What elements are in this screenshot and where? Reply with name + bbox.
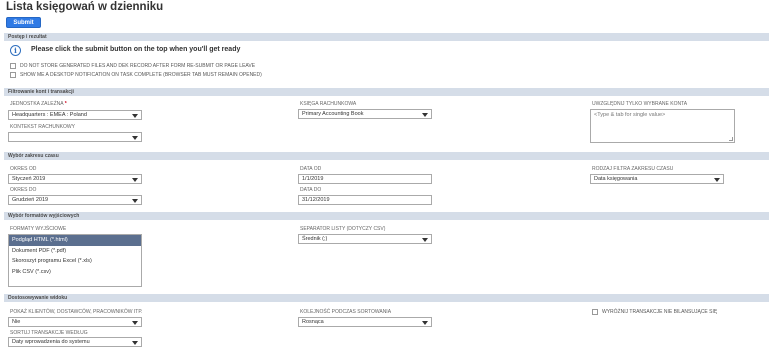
checkbox-row-no-store: Do not store generated files and DEK rec… bbox=[10, 63, 255, 69]
sort-by-label: Sortuj transakcje według bbox=[10, 330, 88, 336]
date-from-label: Data od bbox=[300, 166, 322, 172]
info-icon: i bbox=[10, 45, 21, 56]
from-period-label: Okres od bbox=[10, 166, 37, 172]
output-formats-listbox[interactable]: Podgląd HTML (*.html) Dokument PDF (*.pd… bbox=[8, 234, 142, 287]
filter-type-select[interactable]: Data księgowania bbox=[590, 174, 724, 184]
chevron-down-icon bbox=[422, 112, 428, 117]
show-entities-select-value: Nie bbox=[12, 319, 21, 325]
sort-order-select-value: Rosnąca bbox=[302, 319, 324, 325]
date-from-input[interactable]: 1/1/2019 bbox=[298, 174, 432, 184]
chevron-down-icon bbox=[132, 177, 138, 182]
chevron-down-icon bbox=[132, 340, 138, 345]
subsidiary-label: Jednostka zależna * bbox=[10, 101, 67, 107]
chevron-down-icon bbox=[132, 320, 138, 325]
show-entities-select[interactable]: Nie bbox=[8, 317, 142, 327]
sort-order-select[interactable]: Rosnąca bbox=[298, 317, 432, 327]
to-period-select[interactable]: Grudzień 2019 bbox=[8, 195, 142, 205]
filter-type-select-value: Data księgowania bbox=[594, 176, 638, 182]
resize-grip-icon[interactable] bbox=[729, 137, 733, 141]
format-option[interactable]: Skoroszyt programu Excel (*.xls) bbox=[9, 256, 141, 267]
sort-by-select[interactable]: Daty wprowadzenia do systemu bbox=[8, 337, 142, 347]
accounting-context-label: Kontekst rachunkowy bbox=[10, 124, 75, 130]
accounts-label: Uwzględnij tylko wybrane konta bbox=[592, 101, 688, 107]
separator-label: Separator listy (dotyczy CSV) bbox=[300, 226, 386, 232]
required-asterisk: * bbox=[64, 101, 67, 107]
to-period-select-value: Grudzień 2019 bbox=[12, 197, 49, 203]
date-to-label: Data do bbox=[300, 187, 322, 193]
chevron-down-icon bbox=[422, 320, 428, 325]
section-header-formats: Wybór formatów wyjściowych bbox=[4, 212, 769, 220]
section-header-filter: Filtrowanie kont i transakcji bbox=[4, 88, 769, 96]
notify-checkbox-label: Show me a desktop notification on task c… bbox=[20, 72, 262, 78]
subsidiary-select-value: Headquarters : EMEA : Poland bbox=[12, 112, 87, 118]
book-select-value: Primary Accounting Book bbox=[302, 111, 364, 117]
from-period-select[interactable]: Styczeń 2019 bbox=[8, 174, 142, 184]
checkbox-row-notify: Show me a desktop notification on task c… bbox=[10, 72, 262, 78]
chevron-down-icon bbox=[422, 237, 428, 242]
accounts-placeholder: <Type & tab for single value> bbox=[594, 112, 666, 118]
subsidiary-select[interactable]: Headquarters : EMEA : Poland bbox=[8, 110, 142, 120]
highlight-checkbox-label: Wyróżnij transakcje nie bilansujące się bbox=[602, 309, 718, 315]
separator-select-value: Średnik (;) bbox=[302, 236, 328, 242]
section-header-progress: Postęp i rezultat bbox=[4, 33, 769, 41]
date-to-input[interactable]: 31/12/2019 bbox=[298, 195, 432, 205]
chevron-down-icon bbox=[714, 177, 720, 182]
filter-type-label: Rodzaj filtra zakresu czasu bbox=[592, 166, 674, 172]
section-header-period: Wybór zakresu czasu bbox=[4, 152, 769, 160]
no-store-checkbox-label: Do not store generated files and DEK rec… bbox=[20, 63, 256, 69]
checkbox-row-highlight: Wyróżnij transakcje nie bilansujące się bbox=[592, 309, 717, 315]
output-formats-label: Formaty wyjściowe bbox=[10, 226, 67, 232]
from-period-select-value: Styczeń 2019 bbox=[12, 176, 46, 182]
sort-order-label: Kolejność podczas sortowania bbox=[300, 309, 392, 315]
accounts-textarea[interactable]: <Type & tab for single value> bbox=[590, 109, 735, 143]
page-title: Lista księgowań w dzienniku bbox=[6, 1, 164, 13]
book-label: Księga rachunkowa bbox=[300, 101, 357, 107]
to-period-label: Okres do bbox=[10, 187, 37, 193]
sort-by-select-value: Daty wprowadzenia do systemu bbox=[12, 339, 90, 345]
show-entities-label: Pokaż klientów, dostawców, pracowników i… bbox=[10, 309, 143, 315]
accounting-context-select[interactable] bbox=[8, 132, 142, 142]
chevron-down-icon bbox=[132, 135, 138, 140]
chevron-down-icon bbox=[132, 113, 138, 118]
notify-checkbox[interactable] bbox=[10, 72, 16, 78]
format-option[interactable]: Dokument PDF (*.pdf) bbox=[9, 246, 141, 257]
submit-button[interactable]: Submit bbox=[6, 17, 41, 28]
no-store-checkbox[interactable] bbox=[10, 63, 16, 69]
chevron-down-icon bbox=[132, 198, 138, 203]
section-header-view: Dostosowywanie widoku bbox=[4, 294, 769, 302]
book-select[interactable]: Primary Accounting Book bbox=[298, 109, 432, 119]
highlight-checkbox[interactable] bbox=[592, 309, 598, 315]
format-option[interactable]: Plik CSV (*.csv) bbox=[9, 267, 141, 278]
info-message: Please click the submit button on the to… bbox=[31, 46, 241, 53]
format-option[interactable]: Podgląd HTML (*.html) bbox=[9, 235, 141, 246]
separator-select[interactable]: Średnik (;) bbox=[298, 234, 432, 244]
